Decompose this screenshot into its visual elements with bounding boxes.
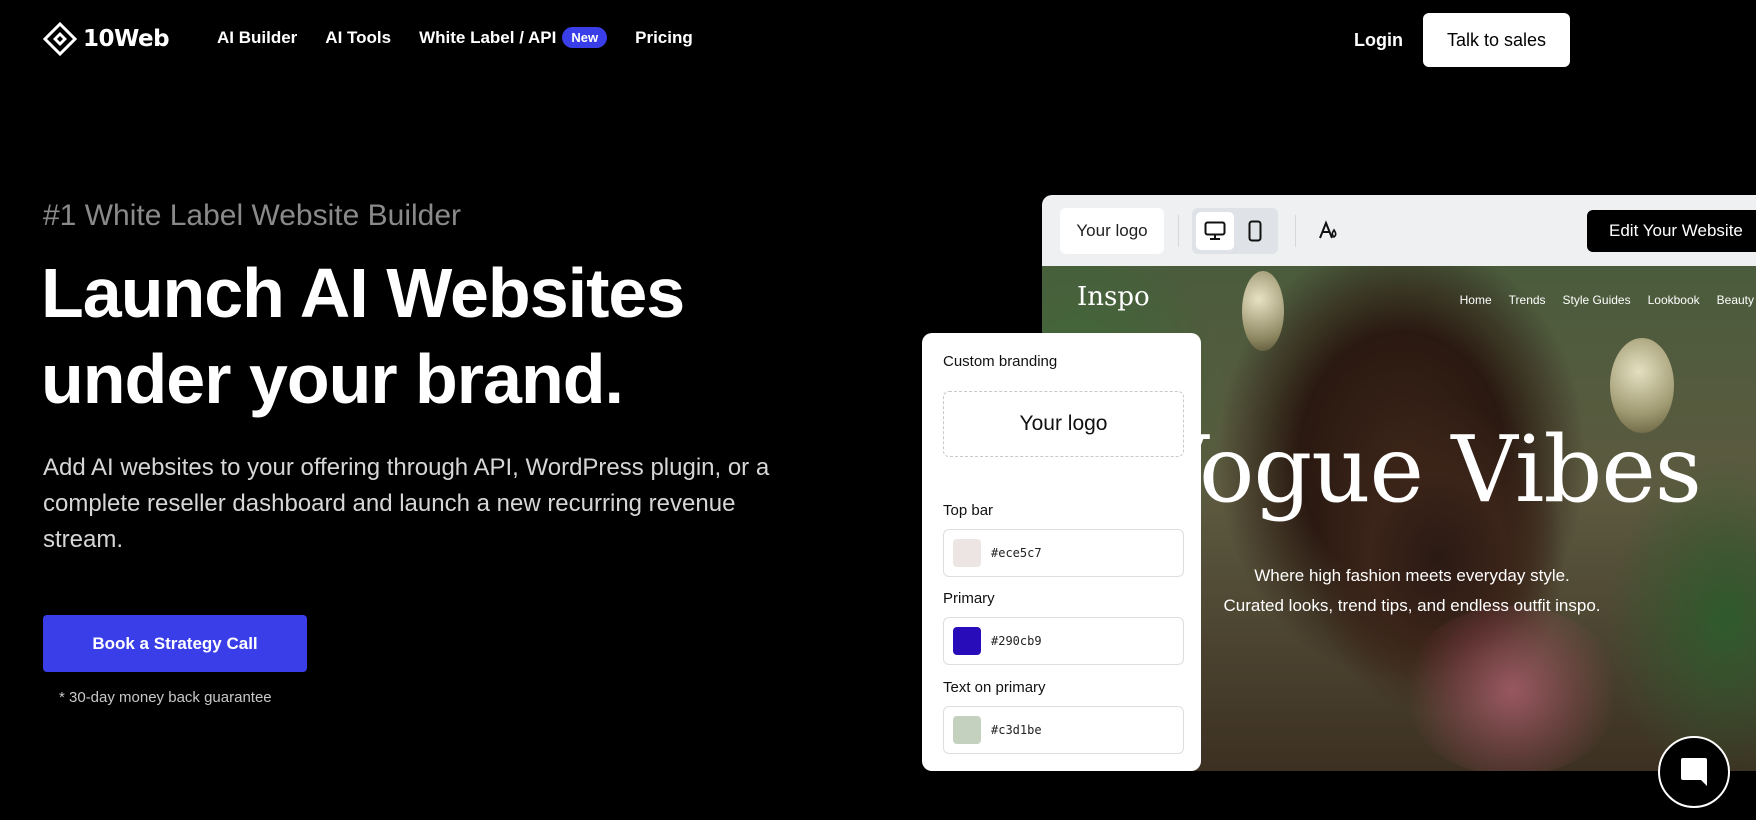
text-on-primary-color-field[interactable]: #c3d1be bbox=[943, 706, 1184, 754]
hero-kicker: #1 White Label Website Builder bbox=[43, 199, 462, 232]
preview-nav-home[interactable]: Home bbox=[1460, 293, 1492, 307]
edit-website-button[interactable]: Edit Your Website bbox=[1587, 210, 1756, 252]
preview-site-logo: Inspo bbox=[1077, 282, 1150, 312]
nav-item-white-label-text: White Label / API bbox=[419, 27, 557, 47]
style-button[interactable] bbox=[1315, 218, 1341, 244]
style-icon bbox=[1319, 220, 1337, 239]
top-bar-value: #ece5c7 bbox=[991, 546, 1042, 560]
main-nav: AI Builder AI Tools White Label / API Ne… bbox=[217, 27, 693, 48]
preview-nav-beauty[interactable]: Beauty bbox=[1717, 293, 1754, 307]
primary-label: Primary bbox=[943, 590, 995, 607]
top-bar-color-field[interactable]: #ece5c7 bbox=[943, 529, 1184, 577]
new-badge: New bbox=[562, 27, 608, 48]
talk-to-sales-button[interactable]: Talk to sales bbox=[1423, 13, 1570, 67]
preview-tagline-line-1: Where high fashion meets everyday style. bbox=[1254, 566, 1570, 585]
preview-site-title: Vogue Vibes bbox=[1142, 416, 1702, 523]
custom-branding-panel: Custom branding Your logo Top bar #ece5c… bbox=[922, 333, 1201, 771]
preview-nav-lookbook[interactable]: Lookbook bbox=[1648, 293, 1700, 307]
nav-item-white-label[interactable]: White Label / API New bbox=[419, 27, 608, 48]
text-on-primary-value: #c3d1be bbox=[991, 723, 1042, 737]
hero-photo-earring bbox=[1242, 271, 1284, 351]
brand-name: 10Web bbox=[83, 26, 170, 52]
top-bar-label: Top bar bbox=[943, 502, 994, 519]
nav-item-ai-builder[interactable]: AI Builder bbox=[217, 28, 297, 48]
mobile-view-button[interactable] bbox=[1236, 212, 1274, 250]
panel-title: Custom branding bbox=[943, 353, 1058, 370]
primary-swatch[interactable] bbox=[953, 627, 981, 655]
preview-toolbar: Your logo Edit Your Website bbox=[1042, 195, 1756, 266]
nav-item-ai-tools[interactable]: AI Tools bbox=[325, 28, 391, 48]
text-on-primary-label: Text on primary bbox=[943, 679, 1046, 696]
primary-value: #290cb9 bbox=[991, 634, 1042, 648]
preview-site-tagline: Where high fashion meets everyday style.… bbox=[1202, 561, 1622, 621]
hero-photo-glitter bbox=[1402, 606, 1622, 771]
desktop-icon bbox=[1204, 221, 1226, 240]
preview-tagline-line-2: Curated looks, trend tips, and endless o… bbox=[1223, 596, 1601, 615]
top-bar-swatch[interactable] bbox=[953, 539, 981, 567]
login-link[interactable]: Login bbox=[1354, 30, 1403, 51]
toolbar-divider bbox=[1295, 215, 1296, 247]
logo-icon bbox=[43, 22, 77, 56]
book-strategy-call-button[interactable]: Book a Strategy Call bbox=[43, 615, 307, 672]
text-on-primary-swatch[interactable] bbox=[953, 716, 981, 744]
primary-color-field[interactable]: #290cb9 bbox=[943, 617, 1184, 665]
brand-logo[interactable]: 10Web bbox=[43, 22, 170, 56]
desktop-view-button[interactable] bbox=[1196, 212, 1234, 250]
chat-widget-button[interactable] bbox=[1658, 736, 1730, 808]
preview-site-nav: Home Trends Style Guides Lookbook Beauty bbox=[1460, 293, 1754, 307]
preview-nav-style-guides[interactable]: Style Guides bbox=[1563, 293, 1631, 307]
nav-item-pricing[interactable]: Pricing bbox=[635, 28, 693, 48]
money-back-guarantee: * 30-day money back guarantee bbox=[59, 689, 272, 706]
logo-upload-area[interactable]: Your logo bbox=[943, 391, 1184, 457]
mobile-icon bbox=[1248, 220, 1262, 242]
preview-logo-placeholder[interactable]: Your logo bbox=[1060, 208, 1164, 254]
toolbar-divider bbox=[1178, 215, 1179, 247]
device-switcher bbox=[1192, 208, 1278, 254]
hero-headline: Launch AI Websites under your brand. bbox=[41, 254, 685, 418]
hero-subtext: Add AI websites to your offering through… bbox=[43, 454, 770, 553]
preview-nav-trends[interactable]: Trends bbox=[1509, 293, 1546, 307]
chat-icon bbox=[1681, 758, 1707, 786]
